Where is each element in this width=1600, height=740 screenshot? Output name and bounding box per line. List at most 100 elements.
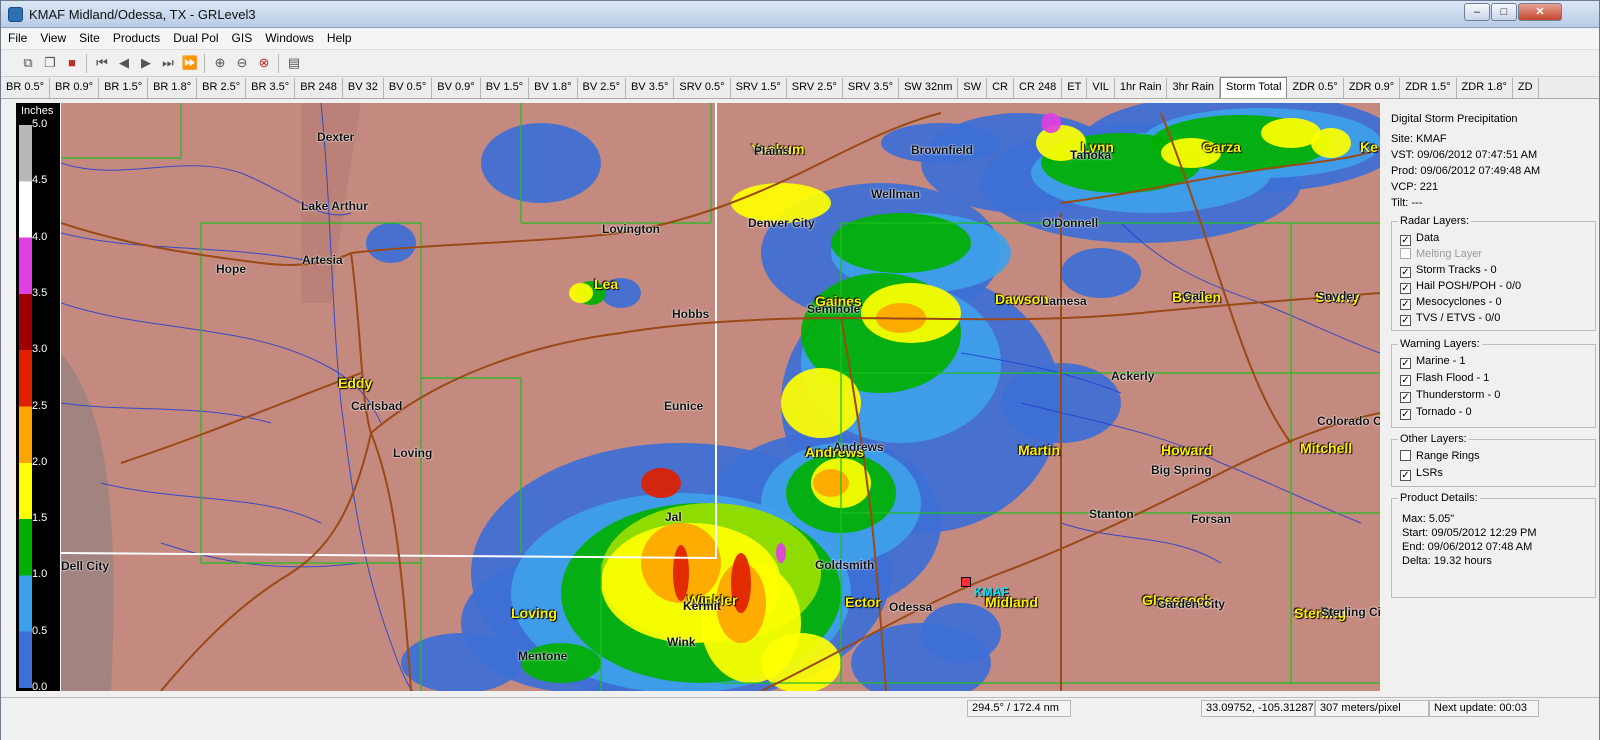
tab-2[interactable]: BR 1.5° [99,78,149,98]
menu-gis[interactable]: GIS [225,29,259,49]
zoom-out-icon[interactable]: ⊖ [233,54,251,72]
menu-dual-pol[interactable]: Dual Pol [166,29,224,49]
maximize-button[interactable]: □ [1491,3,1517,21]
copy-icon[interactable]: ⧉ [19,54,37,72]
tab-25[interactable]: 3hr Rain [1167,78,1221,98]
layer-checkbox-label: Marine - 1 [1416,355,1466,367]
tab-4[interactable]: BR 2.5° [197,78,247,98]
step-forward-icon[interactable]: ⏭ [159,54,177,72]
checkbox-checked-icon[interactable]: ✓ [1400,358,1411,369]
tab-18[interactable]: SW 32nm [899,78,959,98]
tab-1[interactable]: BR 0.9° [50,78,100,98]
tab-17[interactable]: SRV 3.5° [842,78,900,98]
save-icon[interactable]: ■ [63,54,81,72]
tab-15[interactable]: SRV 1.5° [730,78,787,98]
checkbox-checked-icon[interactable]: ✓ [1400,392,1411,403]
layer-checkbox[interactable]: ✓ Tornado - 0 [1400,406,1472,420]
layer-checkbox[interactable]: ✓ Marine - 1 [1400,355,1466,369]
tab-22[interactable]: ET [1062,78,1088,98]
tab-5[interactable]: BR 3.5° [246,78,296,98]
tab-23[interactable]: VIL [1087,78,1115,98]
layer-checkbox[interactable]: ✓ Storm Tracks - 0 [1400,264,1497,278]
tab-10[interactable]: BV 1.5° [480,78,530,98]
layer-checkbox[interactable]: ✓ Thunderstorm - 0 [1400,389,1500,403]
county-label: Mitchell [1300,440,1353,456]
menu-site[interactable]: Site [72,29,106,49]
menu-file[interactable]: File [1,29,33,49]
city-label: Artesia [302,253,343,267]
tab-9[interactable]: BV 0.9° [432,78,481,98]
zoom-in-icon[interactable]: ⊕ [211,54,229,72]
play-icon[interactable]: ▶ [137,54,155,72]
layer-checkbox[interactable]: ✓ Hail POSH/POH - 0/0 [1400,280,1521,294]
checkbox-checked-icon[interactable]: ✓ [1400,315,1411,326]
layer-checkbox-label: Thunderstorm - 0 [1416,389,1501,401]
precip-area [641,468,681,498]
close-button[interactable]: ✕ [1518,3,1562,21]
layer-checkbox[interactable]: ✓ Mesocyclones - 0 [1400,296,1502,310]
checkbox-checked-icon[interactable]: ✓ [1400,470,1411,481]
tab-3[interactable]: BR 1.8° [148,78,198,98]
layer-checkbox-label: Storm Tracks - 0 [1416,264,1497,276]
tab-28[interactable]: ZDR 0.9° [1343,78,1401,98]
tab-21[interactable]: CR 248 [1014,78,1063,98]
checkbox-checked-icon[interactable]: ✓ [1400,409,1411,420]
layer-checkbox[interactable]: ✓ LSRs [1400,467,1443,481]
tab-16[interactable]: SRV 2.5° [786,78,843,98]
tab-11[interactable]: BV 1.8° [529,78,578,98]
tab-31[interactable]: ZD [1512,78,1539,98]
tab-24[interactable]: 1hr Rain [1114,78,1168,98]
step-back-icon[interactable]: ◀ [115,54,133,72]
loop-first-icon[interactable]: ⏮ [93,54,111,72]
tab-12[interactable]: BV 2.5° [577,78,626,98]
checkbox-checked-icon[interactable]: ✓ [1400,299,1411,310]
legend-tick: 0.0 [32,681,48,693]
other-layers-group: Other Layers: Range Rings ✓ LSRs [1391,433,1596,487]
tilt-info: Tilt: --- [1391,197,1423,209]
checkbox-checked-icon[interactable]: ✓ [1400,375,1411,386]
title-bar[interactable]: KMAF Midland/Odessa, TX - GRLevel3 – □ ✕ [1,1,1599,28]
layer-checkbox[interactable]: Range Rings [1400,450,1480,462]
precip-area [831,213,971,273]
zoom-reset-icon[interactable]: ⊗ [255,54,273,72]
precip-area [813,469,849,497]
radar-site-icon[interactable] [961,577,971,587]
info-panel: Digital Storm Precipitation Site: KMAF V… [1383,103,1599,693]
tab-30[interactable]: ZDR 1.8° [1456,78,1513,98]
tab-20[interactable]: CR [987,78,1014,98]
checkbox-checked-icon[interactable]: ✓ [1400,235,1411,246]
tab-27[interactable]: ZDR 0.5° [1287,78,1344,98]
radar-map[interactable]: Yoakum Lea Gaines Dawson Borden Scurry Eddy And… [61,103,1380,691]
city-label: Ackerly [1111,369,1155,383]
tab-14[interactable]: SRV 0.5° [674,78,731,98]
checkbox-empty-icon[interactable] [1400,450,1411,461]
tab-29[interactable]: ZDR 1.5° [1400,78,1457,98]
layer-checkbox[interactable]: Melting Layer [1400,248,1482,260]
county-label: Martin [1018,442,1060,458]
radar-site-label[interactable]: KMAF [974,585,1009,599]
menu-windows[interactable]: Windows [258,29,320,49]
layer-checkbox[interactable]: ✓ TVS / ETVS - 0/0 [1400,312,1500,326]
layer-checkbox[interactable]: ✓ Flash Flood - 1 [1400,372,1489,386]
menu-view[interactable]: View [33,29,72,49]
tab-19[interactable]: SW [958,78,988,98]
loop-last-icon[interactable]: ⏩ [181,54,199,72]
layer-checkbox[interactable]: ✓ Data [1400,232,1439,246]
layer-icon[interactable]: ▤ [285,54,303,72]
tab-26[interactable]: Storm Total [1220,77,1288,98]
paste-icon[interactable]: ❐ [41,54,59,72]
tab-6[interactable]: BR 248 [295,78,343,98]
minimize-button[interactable]: – [1464,3,1490,21]
precip-area [776,543,786,563]
menu-help[interactable]: Help [320,29,358,49]
city-label: Tahoka [1070,148,1112,162]
tab-7[interactable]: BV 32 [342,78,384,98]
city-label: Odessa [889,600,933,614]
checkbox-empty-icon[interactable] [1400,248,1411,259]
tab-13[interactable]: BV 3.5° [625,78,675,98]
menu-products[interactable]: Products [106,29,166,49]
tab-8[interactable]: BV 0.5° [383,78,433,98]
checkbox-checked-icon[interactable]: ✓ [1400,283,1411,294]
checkbox-checked-icon[interactable]: ✓ [1400,267,1411,278]
tab-0[interactable]: BR 0.5° [1,78,51,98]
